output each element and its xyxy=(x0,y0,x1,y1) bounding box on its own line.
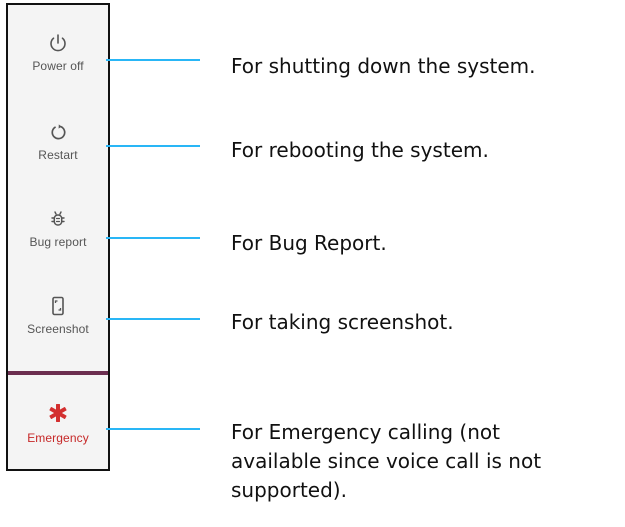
description-emergency-line-1: For Emergency calling (not xyxy=(231,420,500,444)
connector-power-off xyxy=(106,59,200,61)
description-emergency-line-2: available since voice call is not xyxy=(231,449,542,473)
connector-emergency xyxy=(106,428,200,430)
connector-bug-report xyxy=(106,237,200,239)
description-bug-report: For Bug Report. xyxy=(231,231,387,255)
emergency-asterisk-icon xyxy=(49,404,67,422)
power-off-button[interactable]: Power off xyxy=(8,31,108,73)
connector-screenshot xyxy=(106,318,200,320)
emergency-button[interactable]: Emergency xyxy=(8,401,108,445)
bug-report-button[interactable]: Bug report xyxy=(8,207,108,249)
description-emergency-line-3: supported). xyxy=(231,478,347,502)
emergency-label: Emergency xyxy=(27,431,89,445)
screenshot-icon xyxy=(52,296,64,316)
power-menu-panel: Power off Restart Bug report Screenshot xyxy=(6,3,110,471)
restart-label: Restart xyxy=(38,148,78,162)
description-restart: For rebooting the system. xyxy=(231,138,489,162)
description-power-off: For shutting down the system. xyxy=(231,54,536,78)
screenshot-button[interactable]: Screenshot xyxy=(8,294,108,336)
power-icon xyxy=(50,34,66,52)
power-off-label: Power off xyxy=(32,59,84,73)
description-screenshot: For taking screenshot. xyxy=(231,310,454,334)
restart-icon xyxy=(51,124,66,140)
bug-icon xyxy=(51,211,65,226)
restart-button[interactable]: Restart xyxy=(8,120,108,162)
screenshot-label: Screenshot xyxy=(27,322,89,336)
connector-restart xyxy=(106,145,200,147)
bug-report-label: Bug report xyxy=(29,235,87,249)
